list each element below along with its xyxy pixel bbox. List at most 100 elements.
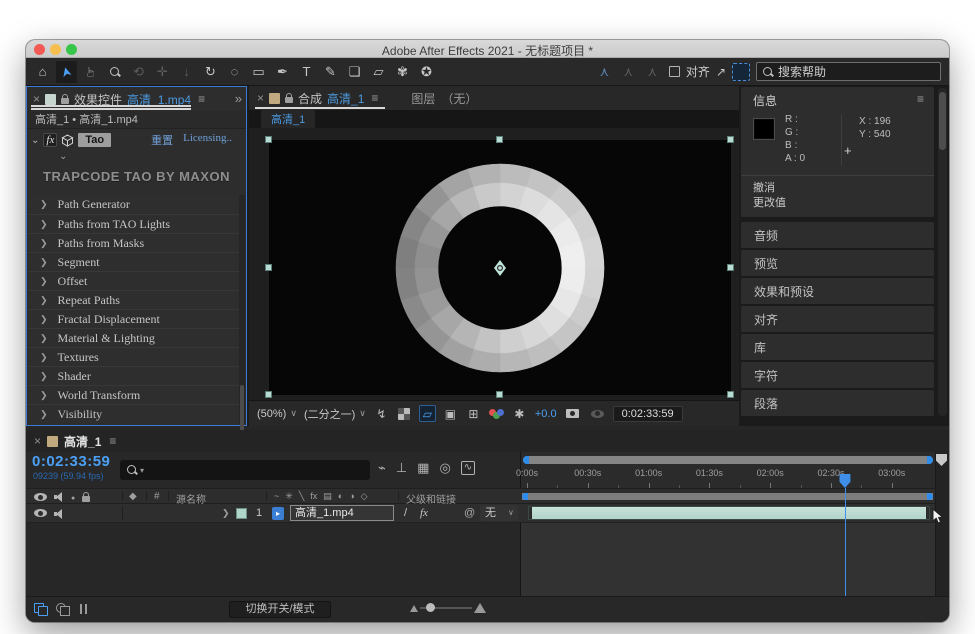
frame-blending-icon[interactable]: ▦ [417, 460, 429, 476]
close-tab-icon[interactable]: × [34, 434, 41, 448]
effect-group-row[interactable]: ❯Segment [28, 252, 239, 271]
expand-inout-columns-icon[interactable] [78, 603, 90, 615]
snap-checkbox[interactable] [669, 66, 680, 77]
collapsed-panel[interactable]: 音频 [741, 222, 934, 248]
roto-brush-tool[interactable]: ✾ [392, 61, 413, 83]
effect-group-row[interactable]: ❯Paths from Masks [28, 233, 239, 252]
rotation-tool[interactable]: ↻ [200, 61, 221, 83]
selection-tool[interactable]: ➤ [56, 61, 77, 83]
selection-handle[interactable] [727, 136, 734, 143]
effect-group-row[interactable]: ❯Shader [28, 366, 239, 385]
camera-tool[interactable]: ◌ [224, 61, 245, 83]
effect-group-row[interactable]: ❯Fractal Displacement [28, 309, 239, 328]
timeline-tab-label[interactable]: 高清_1 [64, 433, 101, 450]
selection-handle[interactable] [265, 136, 272, 143]
panel-menu-icon[interactable]: ≡ [198, 92, 205, 106]
layer-duration-bar[interactable] [528, 506, 930, 520]
type-tool[interactable]: T [296, 61, 317, 83]
collapsed-panel[interactable]: 库 [741, 334, 934, 360]
effect-name[interactable]: Tao [78, 133, 111, 147]
layer-label-color[interactable] [236, 508, 247, 519]
composition-frame[interactable] [269, 140, 731, 395]
orbit-camera-tool[interactable]: ⟲ [128, 61, 149, 83]
zoom-slider[interactable] [420, 607, 472, 609]
fast-preview-icon[interactable]: ↯ [373, 405, 390, 422]
expand-layer-icon[interactable]: ❯ [222, 508, 230, 519]
effect-controls-tab[interactable]: × 效果控件 高清_1.mp4 ≡ » [27, 87, 246, 111]
resolution-select[interactable]: (二分之一) ∨ [304, 406, 366, 422]
selection-handle[interactable] [727, 264, 734, 271]
show-snapshot-icon[interactable] [589, 405, 606, 422]
effect-header-row[interactable]: ⌄ fx Tao 重置 Licensing.. [27, 129, 246, 151]
panel-menu-icon[interactable]: ≡ [917, 92, 924, 109]
effect-group-row[interactable]: ❯Visibility [28, 404, 239, 423]
panel-menu-icon[interactable]: ≡ [371, 91, 378, 105]
collapsed-panel[interactable]: 效果和预设 [741, 278, 934, 304]
comp-marker-button[interactable] [936, 454, 947, 466]
clone-stamp-tool[interactable]: ❏ [344, 61, 365, 83]
effects-scrollbar[interactable] [239, 195, 245, 424]
motion-blur-icon[interactable]: ◎ [439, 460, 450, 476]
scrollbar-thumb[interactable] [939, 92, 946, 150]
puppet-pin-tool[interactable]: ✪ [416, 61, 437, 83]
exposure-value[interactable]: +0.0 [535, 408, 557, 420]
search-options-icon[interactable]: ▾ [140, 466, 144, 475]
rectangle-tool[interactable]: ▭ [248, 61, 269, 83]
quality-toggle[interactable]: / [404, 507, 407, 519]
help-search-field[interactable] [756, 62, 941, 81]
timeline-search-input[interactable] [147, 463, 337, 478]
preview-time[interactable]: 0:02:33:59 [613, 406, 683, 422]
zoom-out-icon[interactable] [410, 605, 418, 612]
pen-tool[interactable]: ✒ [272, 61, 293, 83]
help-search-input[interactable] [778, 65, 908, 79]
collapsed-panel[interactable]: 段落 [741, 390, 934, 416]
fx-enabled-badge[interactable]: fx [43, 133, 57, 147]
panel-menu-icon[interactable]: ≡ [109, 434, 116, 448]
puppet-starch-tool[interactable]: ⋏ [618, 61, 639, 83]
reset-link[interactable]: 重置 [151, 132, 173, 148]
selection-handle[interactable] [727, 391, 734, 398]
puppet-overlap-tool[interactable]: ⋏ [642, 61, 663, 83]
puppet-position-tool[interactable]: ⋏ [594, 61, 615, 83]
timeline-search-field[interactable]: ▾ [120, 460, 370, 480]
selection-handle[interactable] [265, 264, 272, 271]
effect-group-row[interactable]: ❯Material & Lighting [28, 328, 239, 347]
eraser-tool[interactable]: ▱ [368, 61, 389, 83]
timeline-tracks-area[interactable] [520, 523, 935, 596]
effect-group-row[interactable]: ❯Paths from TAO Lights [28, 214, 239, 233]
work-area-bar[interactable] [522, 493, 933, 500]
collapsed-panel[interactable]: 预览 [741, 250, 934, 276]
more-panels-icon[interactable]: » [235, 91, 242, 106]
draft-3d-icon[interactable]: ⊥ [396, 460, 407, 476]
effect-group-row[interactable]: ❯Repeat Paths [28, 290, 239, 309]
effect-group-row[interactable]: ❯Textures [28, 347, 239, 366]
channels-icon[interactable] [488, 405, 505, 422]
close-tab-icon[interactable]: × [257, 91, 264, 105]
work-area-end[interactable] [927, 493, 933, 500]
expand-layer-switches-icon[interactable] [34, 603, 47, 615]
pan-camera-tool[interactable]: ✛ [152, 61, 173, 83]
home-tool[interactable]: ⌂ [32, 61, 53, 83]
comp-tab-name[interactable]: 高清_1 [327, 90, 364, 107]
current-time-display[interactable]: 0:02:33:59 [32, 453, 110, 470]
zoom-slider-knob[interactable] [426, 603, 435, 612]
transparency-grid-icon[interactable] [396, 405, 413, 422]
audio-toggle-icon[interactable] [54, 509, 64, 519]
snap-arrow-icon[interactable]: ↗ [716, 65, 726, 79]
view-layout-icon[interactable]: ⊞ [465, 405, 482, 422]
collapsed-panel[interactable]: 字符 [741, 362, 934, 388]
hand-tool[interactable]: ☞ [80, 61, 101, 83]
layer-viewer-tab[interactable]: 图层 （无） [411, 90, 477, 107]
brush-tool[interactable]: ✎ [320, 61, 341, 83]
graph-editor-icon[interactable]: ∿ [461, 461, 475, 475]
collapsed-panel[interactable]: 对齐 [741, 306, 934, 332]
snap-label[interactable]: 对齐 [686, 63, 710, 80]
snap-options-button[interactable] [732, 63, 750, 81]
lock-icon[interactable] [285, 97, 293, 103]
toggle-switches-modes-button[interactable]: 切换开关/模式 [229, 601, 331, 618]
zoom-tool[interactable] [104, 61, 125, 83]
expand-group-icon[interactable]: ⌄ [27, 151, 246, 165]
selection-handle[interactable] [265, 391, 272, 398]
licensing-link[interactable]: Licensing.. [183, 132, 232, 148]
comp-mini-flowchart-icon[interactable]: ⌁ [378, 460, 386, 476]
